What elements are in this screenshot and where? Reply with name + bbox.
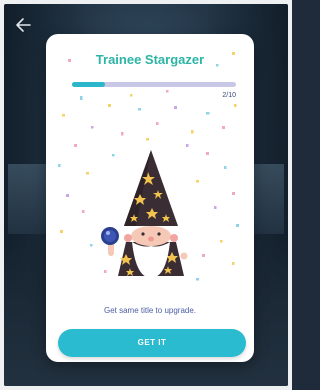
upgrade-hint-text: Get same title to upgrade.	[103, 306, 197, 315]
device-frame: Trainee Stargazer 2/10 Get same title to…	[0, 0, 292, 390]
title-progress-label: 2/10	[222, 92, 236, 99]
dialog-title: Trainee Stargazer	[95, 52, 205, 67]
title-reward-dialog: Trainee Stargazer 2/10 Get same title to…	[46, 34, 254, 362]
arrow-left-icon[interactable]	[14, 17, 32, 33]
title-progress-fill	[72, 82, 105, 87]
get-it-button[interactable]: GET IT	[58, 329, 246, 357]
wizard-illustration	[101, 150, 188, 278]
title-progress-bar	[72, 82, 236, 87]
